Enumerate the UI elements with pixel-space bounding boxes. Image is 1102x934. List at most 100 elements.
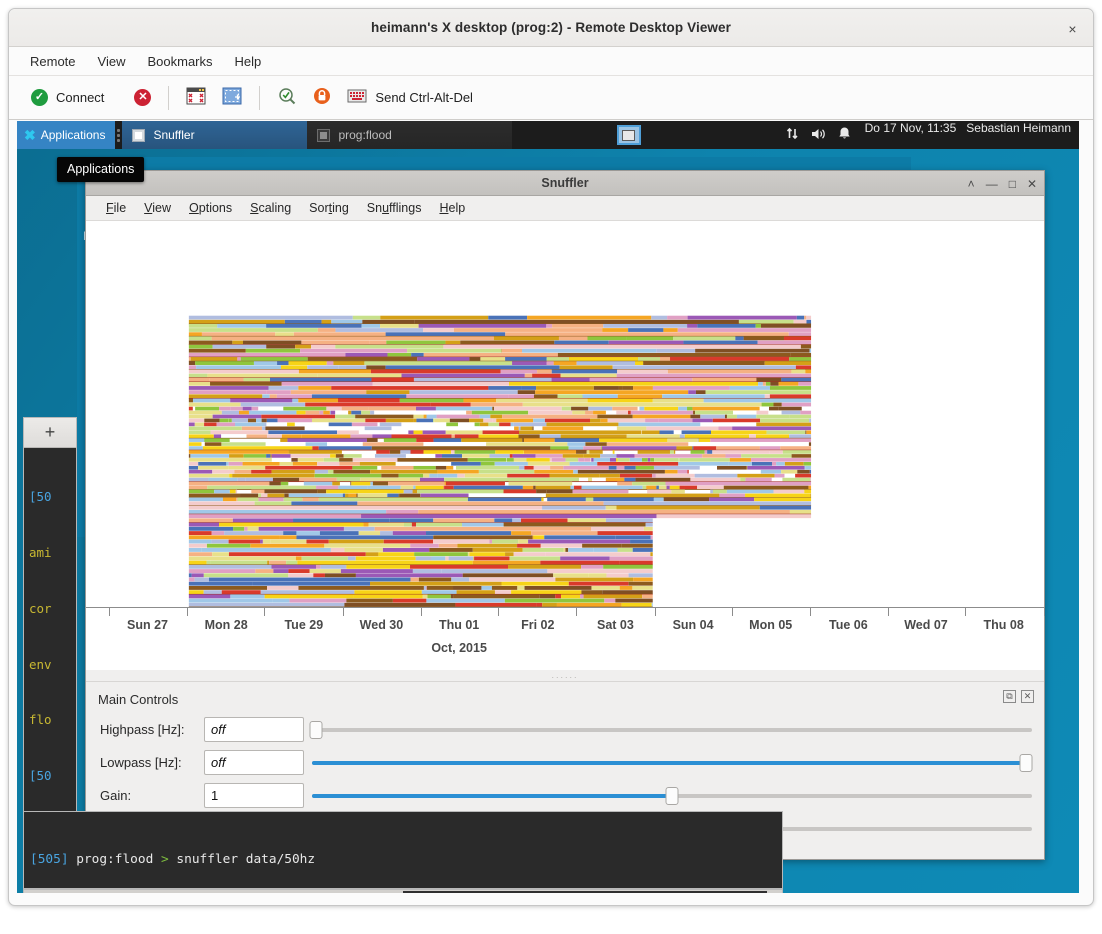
view-only-button[interactable] — [269, 83, 305, 112]
trace-segment — [712, 489, 727, 494]
menu-item-help[interactable]: Help — [431, 198, 473, 218]
trace-segment — [795, 365, 812, 369]
close-icon[interactable]: ✕ — [1027, 178, 1037, 190]
menu-item-bookmarks[interactable]: Bookmarks — [138, 51, 221, 72]
terminal-new-tab-button[interactable]: + — [24, 418, 76, 448]
trace-segment — [188, 552, 213, 556]
gain-slider[interactable] — [312, 783, 1032, 808]
workspace-switcher[interactable] — [611, 121, 647, 149]
terminal-line: cor — [29, 600, 52, 616]
trace-segment — [272, 477, 300, 482]
terminal-line: env — [29, 656, 52, 672]
panel-splitter[interactable]: ...... — [86, 669, 1044, 681]
trace-segment — [632, 414, 691, 419]
taskbar-item-snuffler[interactable]: Snuffler — [122, 121, 308, 149]
scaling-button[interactable] — [214, 83, 250, 112]
slider-knob[interactable] — [309, 721, 323, 739]
terminal-horizontal-scrollbar[interactable] — [23, 889, 783, 893]
trace-segment — [679, 485, 685, 490]
axis-tick — [654, 606, 656, 616]
lowpass-input[interactable]: off — [204, 750, 304, 775]
trace-segment — [800, 344, 812, 349]
snuffler-window[interactable]: Snuffler ˄ — □ ✕ File View Options Scali… — [85, 170, 1045, 860]
menu-item-view[interactable]: View — [89, 51, 135, 72]
slider-knob[interactable] — [665, 787, 679, 805]
disconnect-button[interactable]: ✕ — [126, 85, 159, 110]
lowpass-slider[interactable] — [312, 750, 1033, 775]
network-updown-icon[interactable] — [785, 126, 800, 144]
menu-item-sorting[interactable]: Sorting — [301, 198, 357, 218]
trace-segment — [630, 410, 694, 415]
trace-segment — [421, 589, 457, 594]
trace-segment — [508, 394, 535, 398]
send-ctrl-alt-del-button[interactable]: Send Ctrl-Alt-Del — [339, 84, 481, 111]
workspace-1-icon[interactable] — [616, 125, 641, 145]
minimize-icon[interactable]: — — [986, 178, 998, 190]
trace-segment — [269, 481, 281, 486]
menu-item-scaling[interactable]: Scaling — [242, 198, 299, 218]
menu-item-remote[interactable]: Remote — [21, 51, 85, 72]
trace-segment — [561, 406, 572, 411]
panel-clock[interactable]: Do 17 Nov, 11:35 — [859, 121, 963, 149]
trace-segment — [555, 594, 562, 599]
trace-segment — [264, 422, 267, 426]
menu-item-file[interactable]: File — [98, 198, 134, 218]
foreground-terminal-window[interactable]: [505] prog:flood > snuffler data/50hz qt… — [23, 811, 783, 889]
window-close-button[interactable]: × — [1062, 18, 1083, 39]
panel-username[interactable]: Sebastian Heimann — [962, 121, 1079, 149]
trace-segment — [400, 485, 414, 490]
trace-segment — [301, 434, 351, 438]
trace-segment — [230, 406, 243, 411]
trace-segment — [355, 556, 416, 561]
menu-item-snufflings[interactable]: Snufflings — [359, 198, 430, 218]
panel-close-icon[interactable]: ✕ — [1021, 690, 1034, 703]
lock-button[interactable] — [305, 83, 339, 112]
bell-icon[interactable] — [838, 126, 851, 144]
trace-segment — [519, 430, 642, 434]
trace-segment — [188, 473, 230, 478]
connect-button[interactable]: ✓ Connect — [23, 85, 112, 110]
menu-item-help[interactable]: Help — [226, 51, 271, 72]
trace-segment — [512, 361, 547, 365]
trace-segment — [784, 461, 804, 466]
trace-segment — [658, 485, 667, 490]
waveform-plot-canvas[interactable] — [86, 220, 1044, 607]
trace-segment — [240, 356, 308, 361]
gain-input[interactable]: 1 — [204, 783, 304, 808]
scrollbar-thumb[interactable] — [403, 891, 767, 893]
trace-segment — [229, 489, 236, 494]
trace-segment — [759, 505, 812, 510]
trace-segment — [188, 315, 353, 320]
trace-segment — [605, 505, 617, 510]
trace-segment — [426, 585, 454, 590]
trace-segment — [386, 340, 446, 345]
trace-segment — [188, 327, 318, 332]
menu-item-view[interactable]: View — [136, 198, 179, 218]
fullscreen-button[interactable] — [178, 83, 214, 112]
trace-segment — [783, 336, 812, 340]
trace-segment — [501, 348, 523, 353]
background-terminal-window[interactable]: + [50 ami cor env flo [50 [50 50h cc_ cc… — [23, 417, 77, 869]
highpass-input[interactable]: off — [204, 717, 304, 742]
trace-segment — [615, 598, 653, 603]
vnc-viewport[interactable]: M + [50 ami cor env flo [50 [50 50h cc_ … — [17, 121, 1079, 893]
trace-segment — [358, 530, 381, 535]
highpass-slider[interactable] — [309, 717, 1032, 742]
shade-icon[interactable]: ˄ — [968, 178, 975, 190]
trace-segment — [617, 481, 633, 486]
trace-segment — [188, 501, 255, 506]
speaker-icon[interactable] — [811, 127, 827, 144]
taskbar-item-prog-flood[interactable]: prog:flood — [307, 121, 513, 149]
panel-detach-icon[interactable]: ⧉ — [1003, 690, 1016, 703]
slider-knob[interactable] — [1019, 754, 1033, 772]
trace-segment — [346, 598, 393, 603]
keyboard-icon — [347, 88, 367, 107]
maximize-icon[interactable]: □ — [1009, 178, 1016, 190]
menu-item-options[interactable]: Options — [181, 198, 240, 218]
trace-segment — [298, 369, 371, 374]
applications-menu-button[interactable]: ✖ Applications — [17, 121, 116, 149]
trace-segment — [480, 356, 506, 361]
trace-segment — [410, 449, 424, 454]
trace-segment — [527, 315, 652, 320]
trace-segment — [561, 594, 581, 599]
